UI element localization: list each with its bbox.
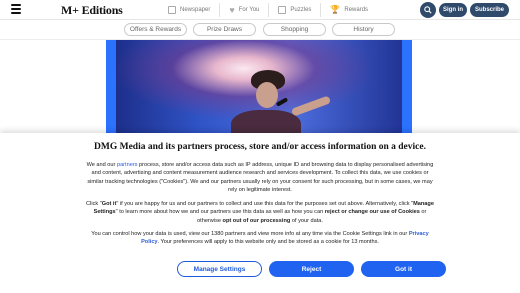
nav-puzzles[interactable]: Puzzles	[268, 3, 320, 17]
top-nav: Newspaper ♥ For You Puzzles 🏆 Rewards	[165, 3, 377, 17]
nav-puzzles-label: Puzzles	[290, 7, 312, 13]
p2-text-c: " if you are happy for us and our partne…	[116, 201, 414, 207]
performer-head	[256, 82, 278, 108]
nav-for-you[interactable]: ♥ For You	[219, 3, 268, 17]
newspaper-icon	[168, 6, 176, 14]
tab-history[interactable]: History	[332, 23, 395, 36]
tab-offers-rewards[interactable]: Offers & Rewards	[124, 23, 187, 36]
p2-text-f: of your data.	[290, 217, 323, 224]
puzzle-icon	[278, 6, 287, 14]
hamburger-menu-icon[interactable]	[11, 4, 21, 14]
consent-paragraph-1: We and our partners process, store and/o…	[86, 161, 434, 194]
trophy-icon: 🏆	[330, 5, 341, 14]
nav-for-you-label: For You	[238, 7, 260, 13]
got-it-button[interactable]: Got it	[361, 261, 446, 277]
p2-text-a: Click "	[86, 201, 102, 207]
manage-settings-button[interactable]: Manage Settings	[177, 261, 262, 277]
search-icon	[424, 6, 432, 14]
subscribe-button[interactable]: Subscribe	[470, 3, 509, 17]
performer-body	[231, 110, 301, 135]
p2-text-d: " to learn more about how we and our par…	[115, 209, 325, 216]
cookie-consent-panel: DMG Media and its partners process, stor…	[0, 133, 520, 293]
stage-panel-left	[106, 40, 116, 135]
heart-icon: ♥	[229, 5, 235, 15]
top-bar: M+ Editions Newspaper ♥ For You Puzzles …	[0, 0, 520, 20]
sign-in-button[interactable]: Sign in	[439, 3, 467, 17]
nav-rewards[interactable]: 🏆 Rewards	[320, 3, 377, 17]
nav-rewards-label: Rewards	[344, 7, 369, 13]
article-hero-image[interactable]	[106, 40, 412, 135]
consent-paragraph-2: Click "Got it" if you are happy for us a…	[86, 200, 434, 225]
partners-link[interactable]: partners	[117, 162, 138, 168]
section-tabs: Offers & Rewards Prize Draws Shopping Hi…	[0, 23, 520, 36]
p2-optout-bold: opt out of our processing	[222, 217, 291, 224]
consent-paragraph-3: You can control how your data is used, v…	[86, 230, 434, 247]
stage-panel-right	[402, 40, 412, 135]
p2-reject-bold: reject or change our use of Cookies	[324, 209, 420, 216]
tab-shopping[interactable]: Shopping	[263, 23, 326, 36]
p3-text-a: You can control how your data is used, v…	[91, 231, 409, 237]
p1-text-b: process, store and/or access data such a…	[87, 162, 434, 193]
reject-button[interactable]: Reject	[269, 261, 354, 277]
tab-prize-draws[interactable]: Prize Draws	[193, 23, 256, 36]
brand-logo[interactable]: M+ Editions	[61, 3, 123, 18]
p2-got-it-bold: Got it	[101, 201, 117, 207]
p3-text-b: . Your preferences will apply to this we…	[157, 239, 379, 246]
nav-newspaper[interactable]: Newspaper	[165, 3, 219, 17]
search-button[interactable]	[420, 2, 436, 18]
p1-text-a: We and our	[86, 162, 117, 168]
nav-newspaper-label: Newspaper	[180, 7, 211, 13]
consent-title: DMG Media and its partners process, stor…	[94, 142, 426, 152]
